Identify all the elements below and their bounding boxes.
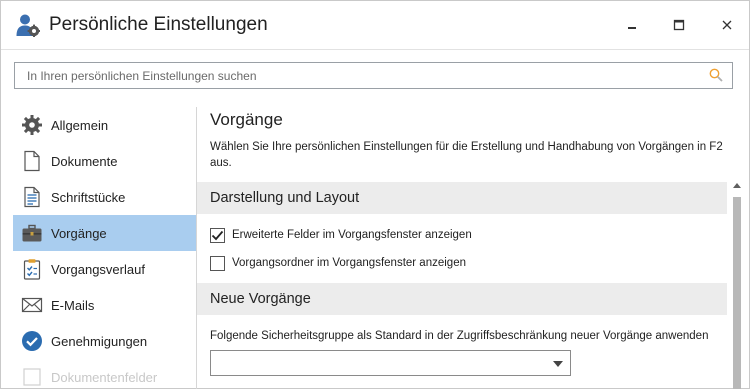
- security-group-label: Folgende Sicherheitsgruppe als Standard …: [210, 330, 709, 342]
- option-erweiterte-felder[interactable]: Erweiterte Felder im Vorgangsfenster anz…: [210, 226, 472, 244]
- maximize-button[interactable]: [667, 13, 691, 37]
- envelope-icon: [21, 294, 43, 316]
- window-title: Persönliche Einstellungen: [49, 14, 268, 35]
- gear-icon: [21, 114, 43, 136]
- search-icon[interactable]: [709, 68, 723, 82]
- checkbox-unchecked[interactable]: [210, 255, 225, 271]
- option-vorgangsordner[interactable]: Vorgangsordner im Vorgangsfenster anzeig…: [210, 254, 466, 272]
- sidebar-item-dokumente[interactable]: Dokumente: [13, 143, 196, 179]
- scroll-up-arrow-icon[interactable]: [733, 183, 741, 188]
- sidebar-item-vorgaenge[interactable]: Vorgänge: [13, 215, 196, 251]
- settings-sidebar: Allgemein Dokumente Schriftstücke Vorgän…: [13, 107, 196, 389]
- security-group-dropdown[interactable]: [210, 350, 571, 376]
- option-label: Erweiterte Felder im Vorgangsfenster anz…: [232, 229, 472, 241]
- minimize-button[interactable]: [620, 13, 644, 37]
- sidebar-item-label: Vorgänge: [51, 225, 107, 241]
- scroll-thumb[interactable]: [733, 197, 741, 389]
- section-title: Neue Vorgänge: [210, 291, 311, 307]
- sidebar-item-vorgangsverlauf[interactable]: Vorgangsverlauf: [13, 251, 196, 287]
- sidebar-item-label: E-Mails: [51, 297, 95, 313]
- chevron-down-icon: [553, 361, 563, 367]
- sidebar-item-genehmigungen[interactable]: Genehmigungen: [13, 323, 196, 359]
- briefcase-icon: [21, 222, 43, 244]
- settings-content: Vorgänge Wählen Sie Ihre persönlichen Ei…: [197, 97, 750, 389]
- page-description: Wählen Sie Ihre persönlichen Einstellung…: [210, 141, 723, 169]
- sidebar-item-schriftstuecke[interactable]: Schriftstücke: [13, 179, 196, 215]
- checkmark-icon: [211, 230, 224, 240]
- sidebar-item-emails[interactable]: E-Mails: [13, 287, 196, 323]
- sidebar-item-label: Schriftstücke: [51, 189, 126, 205]
- settings-window: Persönliche Einstellungen In Ihren persö…: [0, 0, 750, 389]
- checkbox-checked[interactable]: [210, 227, 225, 243]
- close-icon: [722, 20, 732, 30]
- title-divider: [1, 49, 749, 50]
- search-box[interactable]: [14, 62, 733, 89]
- user-settings-icon: [16, 14, 40, 37]
- sidebar-item-label: Genehmigungen: [51, 333, 148, 349]
- option-label: Vorgangsordner im Vorgangsfenster anzeig…: [232, 257, 466, 269]
- clipboard-checklist-icon: [21, 258, 43, 280]
- document-icon: [21, 150, 43, 172]
- maximize-icon: [673, 19, 685, 31]
- sidebar-item-dokumentenfelder[interactable]: Dokumentenfelder: [13, 359, 196, 389]
- search-input[interactable]: [15, 63, 705, 88]
- text-document-icon: [21, 186, 43, 208]
- sidebar-item-label: Dokumentenfelder: [51, 369, 158, 385]
- sidebar-item-label: Dokumente: [51, 153, 118, 169]
- content-scrollbar[interactable]: [732, 181, 742, 389]
- section-title: Darstellung und Layout: [210, 190, 360, 206]
- minimize-icon: [628, 27, 636, 29]
- sidebar-item-label: Vorgangsverlauf: [51, 261, 145, 277]
- section-header-darstellung: Darstellung und Layout: [197, 182, 727, 214]
- title-bar: Persönliche Einstellungen: [1, 1, 749, 49]
- sidebar-item-label: Allgemein: [51, 117, 109, 133]
- fields-icon: [21, 366, 43, 388]
- close-button[interactable]: [715, 13, 739, 37]
- checkmark-circle-icon: [21, 330, 43, 352]
- page-title: Vorgänge: [210, 110, 283, 129]
- section-header-neue-vorgaenge: Neue Vorgänge: [197, 283, 727, 315]
- sidebar-item-allgemein[interactable]: Allgemein: [13, 107, 196, 143]
